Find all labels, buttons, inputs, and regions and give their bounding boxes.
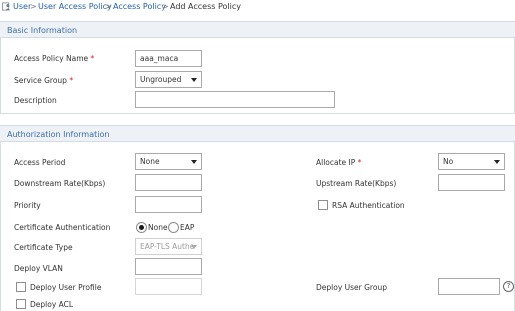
chevron-down-icon	[191, 245, 197, 249]
access-period-select[interactable]: None	[135, 153, 202, 170]
breadcrumb: User > User Access Policy > Access Polic…	[0, 0, 515, 14]
upstream-rate-input[interactable]	[438, 174, 505, 191]
user-icon	[2, 2, 11, 11]
downstream-rate-label: Downstream Rate(Kbps)	[14, 179, 106, 188]
deploy-user-group-input[interactable]	[438, 278, 500, 295]
breadcrumb-access-policy[interactable]: Access Policy	[113, 2, 166, 11]
description-label: Description	[14, 96, 57, 105]
cert-auth-eap-label: EAP	[180, 223, 195, 232]
deploy-user-group-label: Deploy User Group	[316, 283, 387, 292]
cert-auth-none-radio[interactable]	[136, 222, 147, 233]
priority-label: Priority	[14, 201, 41, 210]
breadcrumb-current: Add Access Policy	[170, 2, 241, 11]
upstream-rate-label: Upstream Rate(Kbps)	[316, 179, 397, 188]
authorization-info-header: Authorization Information	[0, 125, 515, 142]
cert-auth-eap-radio[interactable]	[168, 222, 179, 233]
deploy-vlan-label: Deploy VLAN	[14, 264, 63, 273]
downstream-rate-input[interactable]	[135, 174, 202, 191]
policy-name-label: Access Policy Name *	[14, 54, 95, 63]
deploy-vlan-input[interactable]	[135, 258, 202, 275]
deploy-acl-label: Deploy ACL	[30, 300, 74, 309]
breadcrumb-user-access-policy[interactable]: User Access Policy	[38, 2, 112, 11]
chevron-down-icon	[191, 78, 197, 82]
basic-info-header: Basic Information	[0, 21, 515, 38]
rsa-authentication-checkbox[interactable]	[318, 200, 328, 210]
priority-input[interactable]	[135, 196, 202, 213]
certificate-type-label: Certificate Type	[14, 243, 73, 252]
help-icon[interactable]: ?	[503, 281, 514, 292]
allocate-ip-select[interactable]: No	[438, 153, 505, 170]
basic-info-title: Basic Information	[7, 26, 78, 35]
rsa-authentication-label: RSA Authentication	[332, 201, 405, 210]
deploy-acl-checkbox[interactable]	[16, 299, 26, 309]
access-period-label: Access Period	[14, 158, 66, 167]
certificate-authentication-label: Certificate Authentication	[14, 223, 111, 232]
chevron-down-icon	[494, 160, 500, 164]
deploy-user-profile-label: Deploy User Profile	[30, 283, 102, 292]
allocate-ip-label: Allocate IP *	[316, 158, 362, 167]
chevron-down-icon	[191, 160, 197, 164]
certificate-type-select[interactable]: EAP-TLS Authe	[135, 238, 202, 255]
cert-auth-none-label: None	[148, 223, 168, 232]
deploy-user-profile-input[interactable]	[135, 278, 202, 295]
authorization-info-title: Authorization Information	[7, 130, 110, 139]
deploy-user-profile-checkbox[interactable]	[16, 282, 26, 292]
breadcrumb-separator: >	[30, 2, 37, 11]
breadcrumb-separator: >	[105, 2, 112, 11]
service-group-label: Service Group *	[14, 76, 74, 85]
breadcrumb-separator: >	[162, 2, 169, 11]
service-group-select[interactable]: Ungrouped	[135, 71, 202, 88]
policy-name-input[interactable]: aaa_maca	[135, 50, 202, 67]
breadcrumb-user[interactable]: User	[13, 2, 31, 11]
description-input[interactable]	[135, 91, 335, 108]
